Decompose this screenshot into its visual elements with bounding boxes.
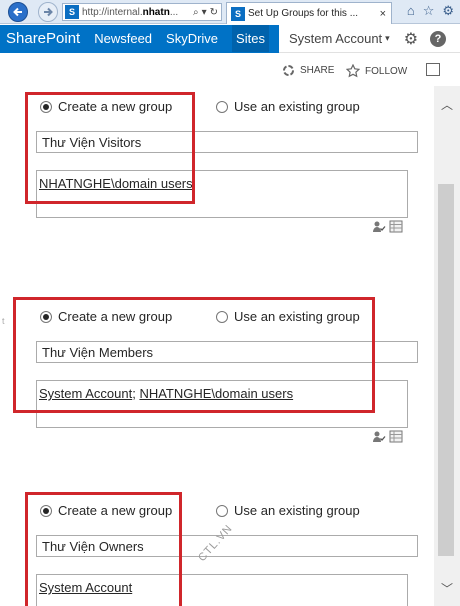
sharepoint-favicon: S bbox=[65, 5, 79, 19]
use-existing-group-option[interactable]: Use an existing group bbox=[216, 99, 360, 114]
follow-star-icon bbox=[346, 64, 360, 78]
vertical-scrollbar[interactable]: ︿ ﹀ bbox=[434, 86, 460, 606]
highlight-frame bbox=[25, 492, 182, 606]
browser-tab[interactable]: S Set Up Groups for this ... × bbox=[226, 2, 392, 24]
forward-button[interactable] bbox=[38, 2, 58, 22]
sharepoint-brand[interactable]: SharePoint bbox=[6, 30, 80, 47]
check-names-icon[interactable] bbox=[372, 220, 386, 233]
follow-button[interactable]: FOLLOW bbox=[346, 64, 407, 78]
settings-gear-icon[interactable]: ⚙ bbox=[404, 29, 418, 49]
sites-link[interactable]: Sites bbox=[232, 25, 269, 52]
tab-title: Set Up Groups for this ... bbox=[248, 8, 359, 19]
suite-nav: SharePoint Newsfeed SkyDrive Sites bbox=[0, 24, 279, 53]
side-marker: t bbox=[2, 316, 5, 326]
share-button[interactable]: SHARE bbox=[282, 64, 334, 77]
use-existing-group-radio[interactable] bbox=[216, 504, 228, 517]
scroll-thumb[interactable] bbox=[438, 184, 454, 556]
chevron-down-icon: ▾ bbox=[385, 33, 390, 43]
use-existing-group-label: Use an existing group bbox=[234, 503, 360, 518]
dropdown-icon[interactable]: ▾ bbox=[202, 7, 207, 18]
forward-arrow-icon bbox=[44, 7, 53, 17]
group-setup-form: Create a new group Use an existing group… bbox=[0, 86, 434, 606]
newsfeed-link[interactable]: Newsfeed bbox=[94, 31, 152, 46]
scroll-up-icon[interactable]: ︿ bbox=[441, 96, 453, 113]
use-existing-group-option[interactable]: Use an existing group bbox=[216, 503, 360, 518]
gear-icon[interactable]: ⚙ bbox=[442, 3, 454, 19]
action-bar: SHARE FOLLOW bbox=[0, 56, 460, 86]
star-icon[interactable]: ☆ bbox=[423, 3, 435, 19]
search-icon[interactable]: ⌕ bbox=[193, 7, 199, 18]
address-url: http://internal.nhatn... bbox=[82, 6, 179, 18]
home-icon[interactable]: ⌂ bbox=[407, 3, 415, 19]
follow-label: FOLLOW bbox=[365, 65, 408, 77]
browse-address-book-icon[interactable] bbox=[389, 430, 403, 443]
use-existing-group-label: Use an existing group bbox=[234, 99, 360, 114]
sharepoint-tab-icon: S bbox=[231, 6, 245, 21]
highlight-frame bbox=[25, 92, 195, 204]
share-icon bbox=[283, 65, 294, 76]
back-arrow-icon bbox=[13, 7, 22, 17]
scroll-down-icon[interactable]: ﹀ bbox=[441, 580, 453, 597]
address-bar[interactable]: S http://internal.nhatn... ⌕ ▾ ↻ bbox=[62, 3, 222, 21]
help-icon[interactable]: ? bbox=[430, 30, 447, 47]
close-tab-icon[interactable]: × bbox=[380, 8, 391, 20]
back-button[interactable] bbox=[8, 2, 28, 22]
focus-icon[interactable] bbox=[426, 63, 440, 76]
check-names-icon[interactable] bbox=[372, 430, 386, 443]
user-menu[interactable]: System Account ▾ bbox=[289, 31, 390, 46]
suite-bar: SharePoint Newsfeed SkyDrive Sites Syste… bbox=[0, 24, 460, 53]
use-existing-group-radio[interactable] bbox=[216, 100, 228, 113]
skydrive-link[interactable]: SkyDrive bbox=[166, 31, 218, 46]
user-name: System Account bbox=[288, 31, 383, 46]
browser-toolbar: S http://internal.nhatn... ⌕ ▾ ↻ S Set U… bbox=[0, 0, 460, 24]
highlight-frame bbox=[13, 297, 375, 413]
share-label: SHARE bbox=[300, 65, 335, 76]
browse-address-book-icon[interactable] bbox=[389, 220, 403, 233]
refresh-icon[interactable]: ↻ bbox=[210, 7, 218, 18]
